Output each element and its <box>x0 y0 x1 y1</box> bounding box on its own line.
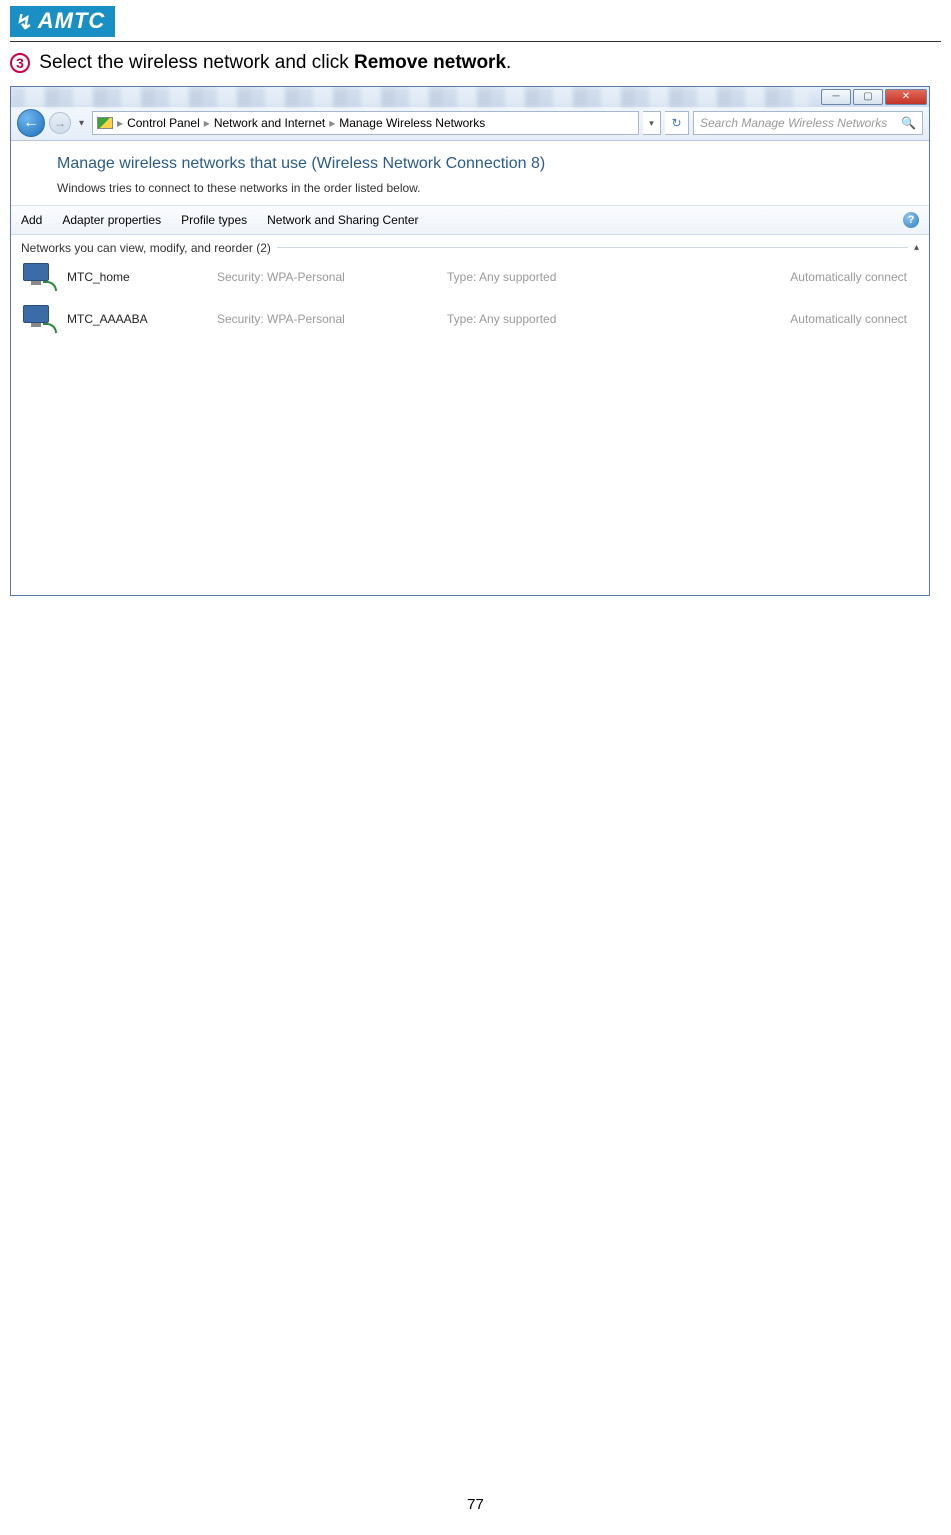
logo-text: AMTC <box>38 8 106 33</box>
command-toolbar: Add Adapter properties Profile types Net… <box>11 205 929 235</box>
help-icon: ? <box>908 214 915 226</box>
network-type: Type: Any supported <box>447 312 677 326</box>
network-icon <box>21 259 61 295</box>
toolbar-nsc[interactable]: Network and Sharing Center <box>267 213 418 227</box>
close-button[interactable]: ✕ <box>885 89 927 105</box>
chevron-right-icon: ▸ <box>117 116 123 130</box>
instruction-post: . <box>506 52 511 73</box>
toolbar-add[interactable]: Add <box>21 213 42 227</box>
chevron-right-icon: ▸ <box>329 116 335 130</box>
crumb-network[interactable]: Network and Internet <box>214 116 325 130</box>
history-dropdown[interactable]: ▾ <box>75 118 88 129</box>
group-divider <box>277 247 908 248</box>
chevron-up-icon[interactable]: ▴ <box>914 242 919 253</box>
back-button[interactable]: ← <box>17 109 45 137</box>
page-title: Manage wireless networks that use (Wirel… <box>57 155 905 173</box>
toolbar-profile[interactable]: Profile types <box>181 213 247 227</box>
embedded-screenshot: ─ ▢ ✕ ← → ▾ ▸ Control Panel ▸ Network an… <box>10 86 930 596</box>
group-label: Networks you can view, modify, and reord… <box>21 241 271 255</box>
refresh-button[interactable]: ↻ <box>665 111 689 135</box>
group-header: Networks you can view, modify, and reord… <box>11 235 929 257</box>
arrow-right-icon: → <box>54 116 66 130</box>
network-list: MTC_home Security: WPA-Personal Type: An… <box>11 257 929 341</box>
network-name: MTC_home <box>67 270 217 284</box>
list-item[interactable]: MTC_AAAABA Security: WPA-Personal Type: … <box>21 299 919 341</box>
search-icon: 🔍 <box>901 116 916 130</box>
forward-button[interactable]: → <box>49 112 71 134</box>
crumb-control-panel[interactable]: Control Panel <box>127 116 200 130</box>
page-subtitle: Windows tries to connect to these networ… <box>57 181 905 195</box>
instruction-line: 3 Select the wireless network and click … <box>0 52 951 86</box>
path-dropdown[interactable]: ▾ <box>643 111 661 135</box>
doc-header: ↯AMTC <box>0 0 951 37</box>
network-auto: Automatically connect <box>677 312 919 326</box>
instruction-pre: Select the wireless network and click <box>34 52 354 73</box>
titlebar-blur <box>11 87 809 107</box>
address-bar: ← → ▾ ▸ Control Panel ▸ Network and Inte… <box>11 107 929 141</box>
header-divider <box>10 41 941 42</box>
help-button[interactable]: ? <box>903 212 919 228</box>
network-name: MTC_AAAABA <box>67 312 217 326</box>
list-item[interactable]: MTC_home Security: WPA-Personal Type: An… <box>21 257 919 299</box>
minimize-button[interactable]: ─ <box>821 89 851 105</box>
network-security: Security: WPA-Personal <box>217 312 447 326</box>
network-type: Type: Any supported <box>447 270 677 284</box>
step-number-icon: 3 <box>10 53 30 73</box>
refresh-icon: ↻ <box>671 116 681 130</box>
breadcrumb-bar[interactable]: ▸ Control Panel ▸ Network and Internet ▸… <box>92 111 639 135</box>
swirl-icon: ↯ <box>16 10 34 35</box>
page-number: 77 <box>0 1496 951 1513</box>
signal-icon <box>97 117 113 129</box>
heading-area: Manage wireless networks that use (Wirel… <box>11 141 929 205</box>
instruction-bold: Remove network <box>354 52 506 73</box>
maximize-button[interactable]: ▢ <box>853 89 883 105</box>
brand-logo: ↯AMTC <box>10 6 115 37</box>
arrow-left-icon: ← <box>23 114 39 132</box>
network-icon <box>21 301 61 337</box>
network-auto: Automatically connect <box>677 270 919 284</box>
search-input[interactable]: Search Manage Wireless Networks 🔍 <box>693 111 923 135</box>
search-placeholder: Search Manage Wireless Networks <box>700 116 887 130</box>
chevron-right-icon: ▸ <box>204 116 210 130</box>
toolbar-adapter[interactable]: Adapter properties <box>62 213 161 227</box>
window-titlebar: ─ ▢ ✕ <box>11 87 929 107</box>
crumb-manage[interactable]: Manage Wireless Networks <box>339 116 485 130</box>
network-security: Security: WPA-Personal <box>217 270 447 284</box>
